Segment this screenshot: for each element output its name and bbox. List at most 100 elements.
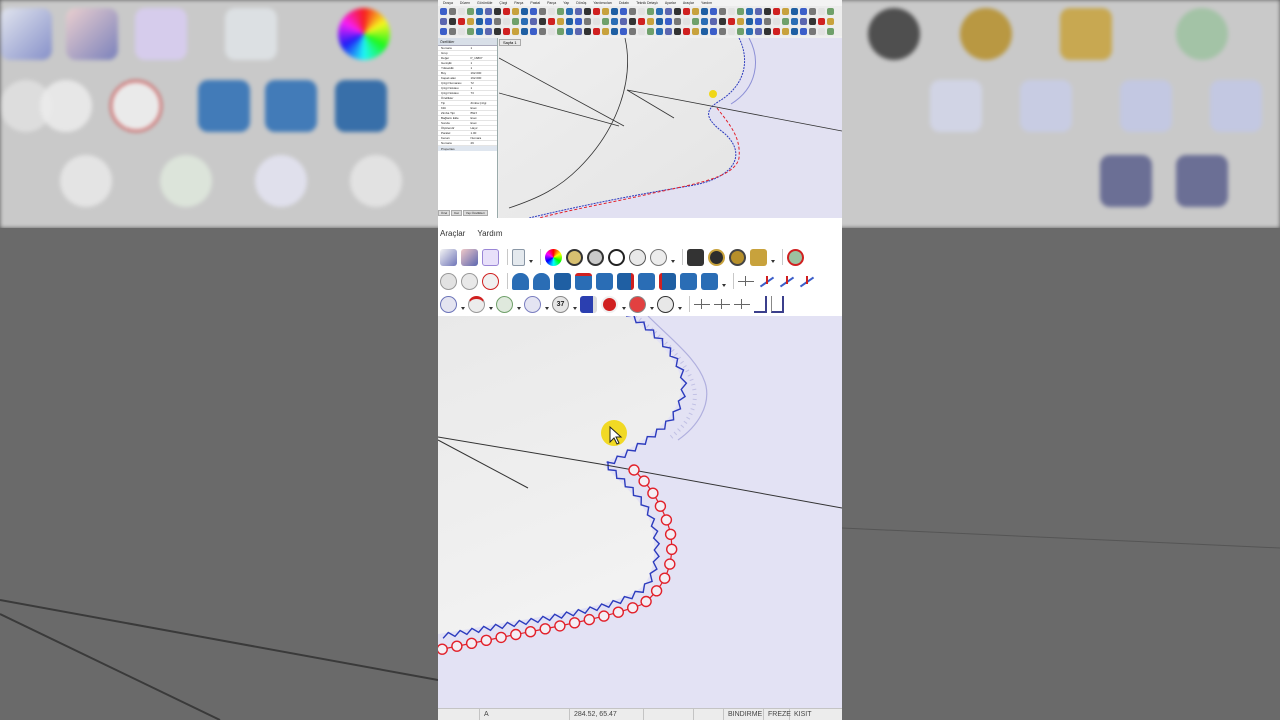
- mini-toolbar-button[interactable]: [620, 7, 627, 15]
- mini-menu-item[interactable]: Çizgi: [499, 1, 507, 5]
- align-icon[interactable]: [657, 295, 674, 313]
- menu-item-yardim[interactable]: Yardım: [477, 229, 502, 238]
- mini-toolbar-button[interactable]: [548, 17, 555, 25]
- mini-toolbar-button[interactable]: [728, 7, 735, 15]
- mini-toolbar-button[interactable]: [791, 17, 798, 25]
- mini-toolbar-button[interactable]: [701, 27, 708, 35]
- mini-menu-item[interactable]: Yardım: [701, 1, 712, 5]
- mini-toolbar-button[interactable]: [485, 17, 492, 25]
- line-break-icon[interactable]: [798, 275, 814, 287]
- mini-toolbar-button[interactable]: [503, 17, 510, 25]
- mini-toolbar-button[interactable]: [458, 7, 465, 15]
- drill-hole[interactable]: [495, 631, 507, 644]
- drill-hole[interactable]: [539, 623, 551, 635]
- mini-menu-item[interactable]: Düzen: [460, 1, 470, 5]
- mini-toolbar-button[interactable]: [629, 27, 636, 35]
- drill-hole[interactable]: [438, 643, 448, 655]
- chevron-down-icon[interactable]: [671, 260, 675, 264]
- property-value[interactable]: Evet: [468, 116, 498, 120]
- mini-toolbar-button[interactable]: [548, 27, 555, 35]
- mini-toolbar-button[interactable]: [512, 17, 519, 25]
- mini-toolbar-button[interactable]: [755, 27, 762, 35]
- barcode-icon[interactable]: [608, 248, 625, 266]
- mini-toolbar-button[interactable]: [503, 7, 510, 15]
- mini-toolbar-button[interactable]: [800, 17, 807, 25]
- mini-toolbar-button[interactable]: [692, 27, 699, 35]
- drill-hole[interactable]: [660, 514, 673, 526]
- property-value[interactable]: 29: [468, 141, 498, 145]
- chevron-down-icon[interactable]: [771, 260, 775, 264]
- property-value[interactable]: 1: [468, 46, 498, 50]
- mini-toolbar-button[interactable]: [638, 27, 645, 35]
- property-value[interactable]: Evet: [468, 106, 498, 110]
- button-icon[interactable]: [496, 295, 513, 313]
- mini-toolbar-button[interactable]: [566, 27, 573, 35]
- dart-icon[interactable]: [512, 272, 529, 290]
- drill-hole[interactable]: [612, 606, 625, 618]
- mini-toolbar-button[interactable]: [503, 27, 510, 35]
- square-corner-icon[interactable]: [771, 295, 784, 313]
- mini-toolbar-button[interactable]: [539, 17, 546, 25]
- mini-toolbar-button[interactable]: [764, 7, 771, 15]
- mini-toolbar-button[interactable]: [800, 7, 807, 15]
- distance-icon[interactable]: [734, 298, 750, 310]
- drill-hole[interactable]: [524, 626, 537, 638]
- drawing-canvas[interactable]: [438, 316, 842, 708]
- mini-toolbar-button[interactable]: [539, 7, 546, 15]
- mini-toolbar-button[interactable]: [791, 7, 798, 15]
- mini-toolbar-button[interactable]: [575, 27, 582, 35]
- mini-toolbar-button[interactable]: [728, 17, 735, 25]
- mini-toolbar-button[interactable]: [494, 27, 501, 35]
- mini-toolbar-button[interactable]: [656, 7, 663, 15]
- mini-drawing-canvas[interactable]: [499, 38, 842, 218]
- mini-toolbar-button[interactable]: [458, 17, 465, 25]
- mini-menu-item[interactable]: Dosya: [443, 1, 453, 5]
- drill-hole[interactable]: [583, 613, 596, 626]
- mini-toolbar-button[interactable]: [584, 17, 591, 25]
- property-value[interactable]: 1: [468, 86, 498, 90]
- drill-hole[interactable]: [480, 634, 492, 646]
- panel-tab[interactable]: Yap Özellikleri: [462, 210, 488, 216]
- corner-bracket-icon[interactable]: [754, 295, 767, 313]
- circle-cut-icon[interactable]: [524, 295, 541, 313]
- marker-icon[interactable]: [587, 248, 604, 266]
- property-value[interactable]: Numara: [468, 136, 498, 140]
- mini-toolbar-button[interactable]: [683, 7, 690, 15]
- mini-toolbar-button[interactable]: [683, 17, 690, 25]
- mini-toolbar-button[interactable]: [530, 17, 537, 25]
- knife-icon[interactable]: [440, 295, 457, 313]
- mini-toolbar-button[interactable]: [791, 27, 798, 35]
- drill-hole[interactable]: [654, 500, 667, 512]
- print-icon[interactable]: [687, 248, 704, 266]
- mini-toolbar-button[interactable]: [764, 27, 771, 35]
- chevron-down-icon[interactable]: [722, 284, 726, 288]
- mini-toolbar-button[interactable]: [692, 17, 699, 25]
- mini-toolbar-button[interactable]: [638, 7, 645, 15]
- mini-toolbar-button[interactable]: [710, 17, 717, 25]
- mini-toolbar-button[interactable]: [476, 27, 483, 35]
- property-value[interactable]: P_16807: [468, 56, 498, 60]
- mini-toolbar-button[interactable]: [440, 27, 447, 35]
- drill-hole[interactable]: [626, 602, 639, 614]
- drill-hole[interactable]: [638, 475, 650, 487]
- mini-toolbar-button[interactable]: [674, 7, 681, 15]
- mirror-icon[interactable]: [638, 272, 655, 290]
- table-icon[interactable]: [650, 248, 667, 266]
- mini-toolbar-button[interactable]: [764, 17, 771, 25]
- property-value[interactable]: 192.000: [468, 71, 498, 75]
- mini-toolbar-button[interactable]: [701, 7, 708, 15]
- chevron-down-icon[interactable]: [545, 307, 549, 311]
- mini-toolbar-button[interactable]: [746, 17, 753, 25]
- mini-toolbar-button[interactable]: [665, 7, 672, 15]
- drill-icon[interactable]: [468, 295, 485, 313]
- dart-fold-icon[interactable]: [533, 272, 550, 290]
- plotter-icon[interactable]: [708, 248, 725, 266]
- mini-toolbar-button[interactable]: [521, 7, 528, 15]
- mini-toolbar-button[interactable]: [575, 7, 582, 15]
- mini-toolbar-button[interactable]: [809, 27, 816, 35]
- drill-hole[interactable]: [510, 628, 522, 641]
- property-value[interactable]: Hayır: [468, 126, 498, 130]
- drill-hole[interactable]: [647, 487, 659, 499]
- hanger-icon[interactable]: [629, 295, 646, 313]
- corner-icon[interactable]: [617, 272, 634, 290]
